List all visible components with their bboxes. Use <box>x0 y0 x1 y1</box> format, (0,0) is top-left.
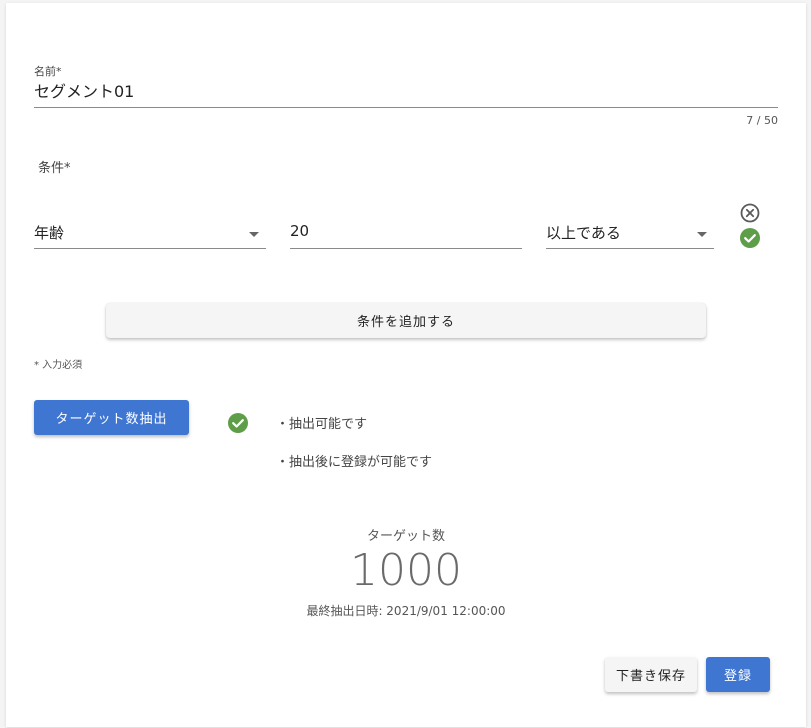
name-input-underline <box>34 107 778 108</box>
condition-operator-select[interactable]: 以上である <box>546 217 714 249</box>
operator-underline <box>546 248 714 249</box>
name-input[interactable]: セグメント01 <box>34 80 774 104</box>
extraction-message: ・抽出後に登録が可能です <box>276 455 433 470</box>
add-condition-button[interactable]: 条件を追加する <box>106 303 706 338</box>
close-circle-icon[interactable] <box>739 202 761 224</box>
register-button[interactable]: 登録 <box>706 657 770 692</box>
target-count-label: ターゲット数 <box>366 529 445 544</box>
value-underline <box>290 248 522 249</box>
chevron-down-icon <box>697 232 707 237</box>
last-extracted-datetime: 最終抽出日時: 2021/9/01 12:00:00 <box>306 604 506 618</box>
condition-value-input[interactable]: 20 <box>290 217 522 249</box>
condition-attribute-value: 年齢 <box>34 224 65 242</box>
name-field-label: 名前* <box>34 65 62 78</box>
check-circle-icon <box>740 228 760 248</box>
conditions-label: 条件* <box>38 161 71 176</box>
condition-operator-value: 以上である <box>546 224 621 242</box>
check-circle-icon <box>228 413 248 433</box>
target-count-value: 1000 <box>350 545 462 596</box>
segment-form-card: 名前* セグメント01 7 / 50 条件* 年齢 20 以上である 条件を追加… <box>6 3 806 727</box>
save-draft-button[interactable]: 下書き保存 <box>605 657 697 692</box>
condition-attribute-select[interactable]: 年齢 <box>34 217 266 249</box>
attribute-underline <box>34 248 266 249</box>
chevron-down-icon <box>249 232 259 237</box>
condition-value-text: 20 <box>290 222 310 240</box>
required-note: * 入力必須 <box>34 360 83 371</box>
extract-target-count-button[interactable]: ターゲット数抽出 <box>34 400 189 435</box>
extraction-message: ・抽出可能です <box>276 417 368 432</box>
name-char-counter: 7 / 50 <box>746 114 778 127</box>
